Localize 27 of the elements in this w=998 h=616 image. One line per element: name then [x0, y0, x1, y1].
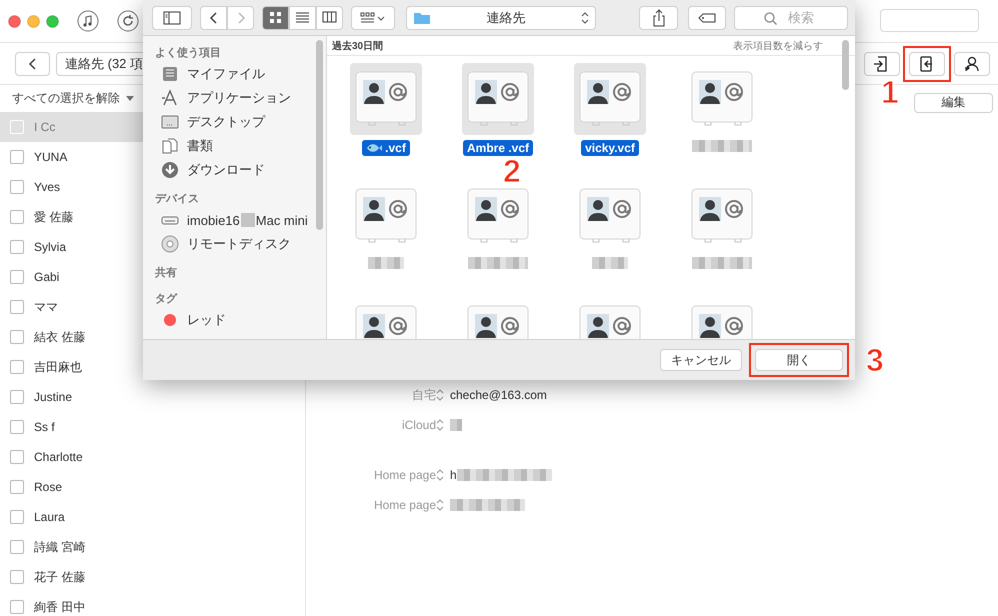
group-title: 過去30日間: [332, 40, 384, 52]
section-heading: デバイス: [154, 192, 200, 206]
section-heading: 共有: [154, 266, 178, 280]
contact-name: YUNA: [34, 150, 68, 164]
contact-name: 詩織 宮崎: [34, 538, 86, 556]
contact-name: 結衣 佐藤: [34, 328, 86, 346]
field-value: h: [450, 468, 457, 482]
contact-name: 花子 佐藤: [34, 568, 86, 586]
contact-name: 愛 佐藤: [34, 208, 74, 226]
contact-name: Justine: [34, 390, 72, 404]
field-value: cheche@163.com: [450, 388, 547, 402]
file-name: Ambre .vcf: [466, 141, 530, 155]
file-name: .vcf: [385, 141, 406, 155]
contact-name: Gabi: [34, 270, 60, 284]
section-heading: タグ: [154, 292, 178, 306]
file-name: vicky.vcf: [585, 141, 635, 155]
section-heading: よく使う項目: [154, 46, 222, 60]
contact-name: I Cc: [34, 120, 56, 134]
contact-name: Sylvia: [34, 240, 66, 254]
contact-name: Rose: [34, 480, 62, 494]
contact-name: Laura: [34, 510, 65, 524]
contact-name: ママ: [34, 298, 58, 316]
contact-name: Yves: [34, 180, 60, 194]
contact-name: 吉田麻也: [34, 358, 82, 376]
contact-name: 絢香 田中: [34, 598, 86, 616]
contact-name: Charlotte: [34, 450, 83, 464]
contact-name: Ss f: [34, 420, 55, 434]
